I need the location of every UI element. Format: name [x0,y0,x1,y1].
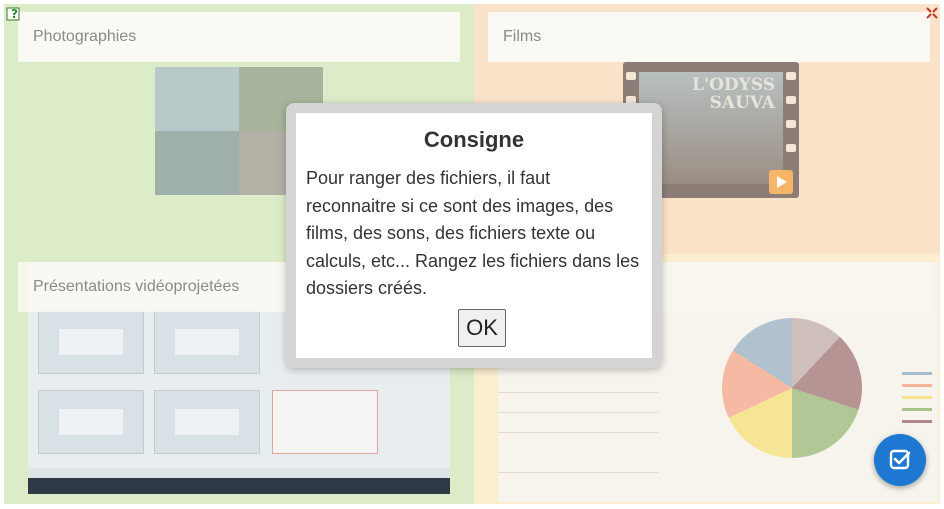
fullscreen-icon[interactable] [926,6,938,19]
film-title-text: L'ODYSS SAUVA [691,75,775,113]
pie-chart [722,318,862,458]
films-label: Films [488,12,930,62]
film-hole [786,96,796,104]
film-hole [626,72,636,80]
status-bar [28,468,450,478]
dialog-title: Consigne [423,127,525,152]
film-hole [786,144,796,152]
slide-thumbnail [38,310,144,374]
slide-thumbnail [38,390,144,454]
slide-thumbnail [154,310,260,374]
slide-thumbnail [154,390,260,454]
play-icon [769,170,793,194]
help-icon[interactable]: ? [6,5,24,21]
taskbar [28,478,450,494]
film-hole [786,72,796,80]
photos-label: Photographies [18,12,460,62]
validate-button[interactable] [874,434,926,486]
slide-thumbnail [272,390,378,454]
dialog-content: Consigne Pour ranger des fichiers, il fa… [296,113,652,358]
dialog-message: Pour ranger des fichiers, il faut reconn… [306,168,640,298]
check-icon [889,449,911,470]
ok-button[interactable]: OK [458,309,506,347]
film-hole [786,120,796,128]
svg-text:?: ? [11,7,18,21]
instruction-dialog: Consigne Pour ranger des fichiers, il fa… [286,103,662,368]
